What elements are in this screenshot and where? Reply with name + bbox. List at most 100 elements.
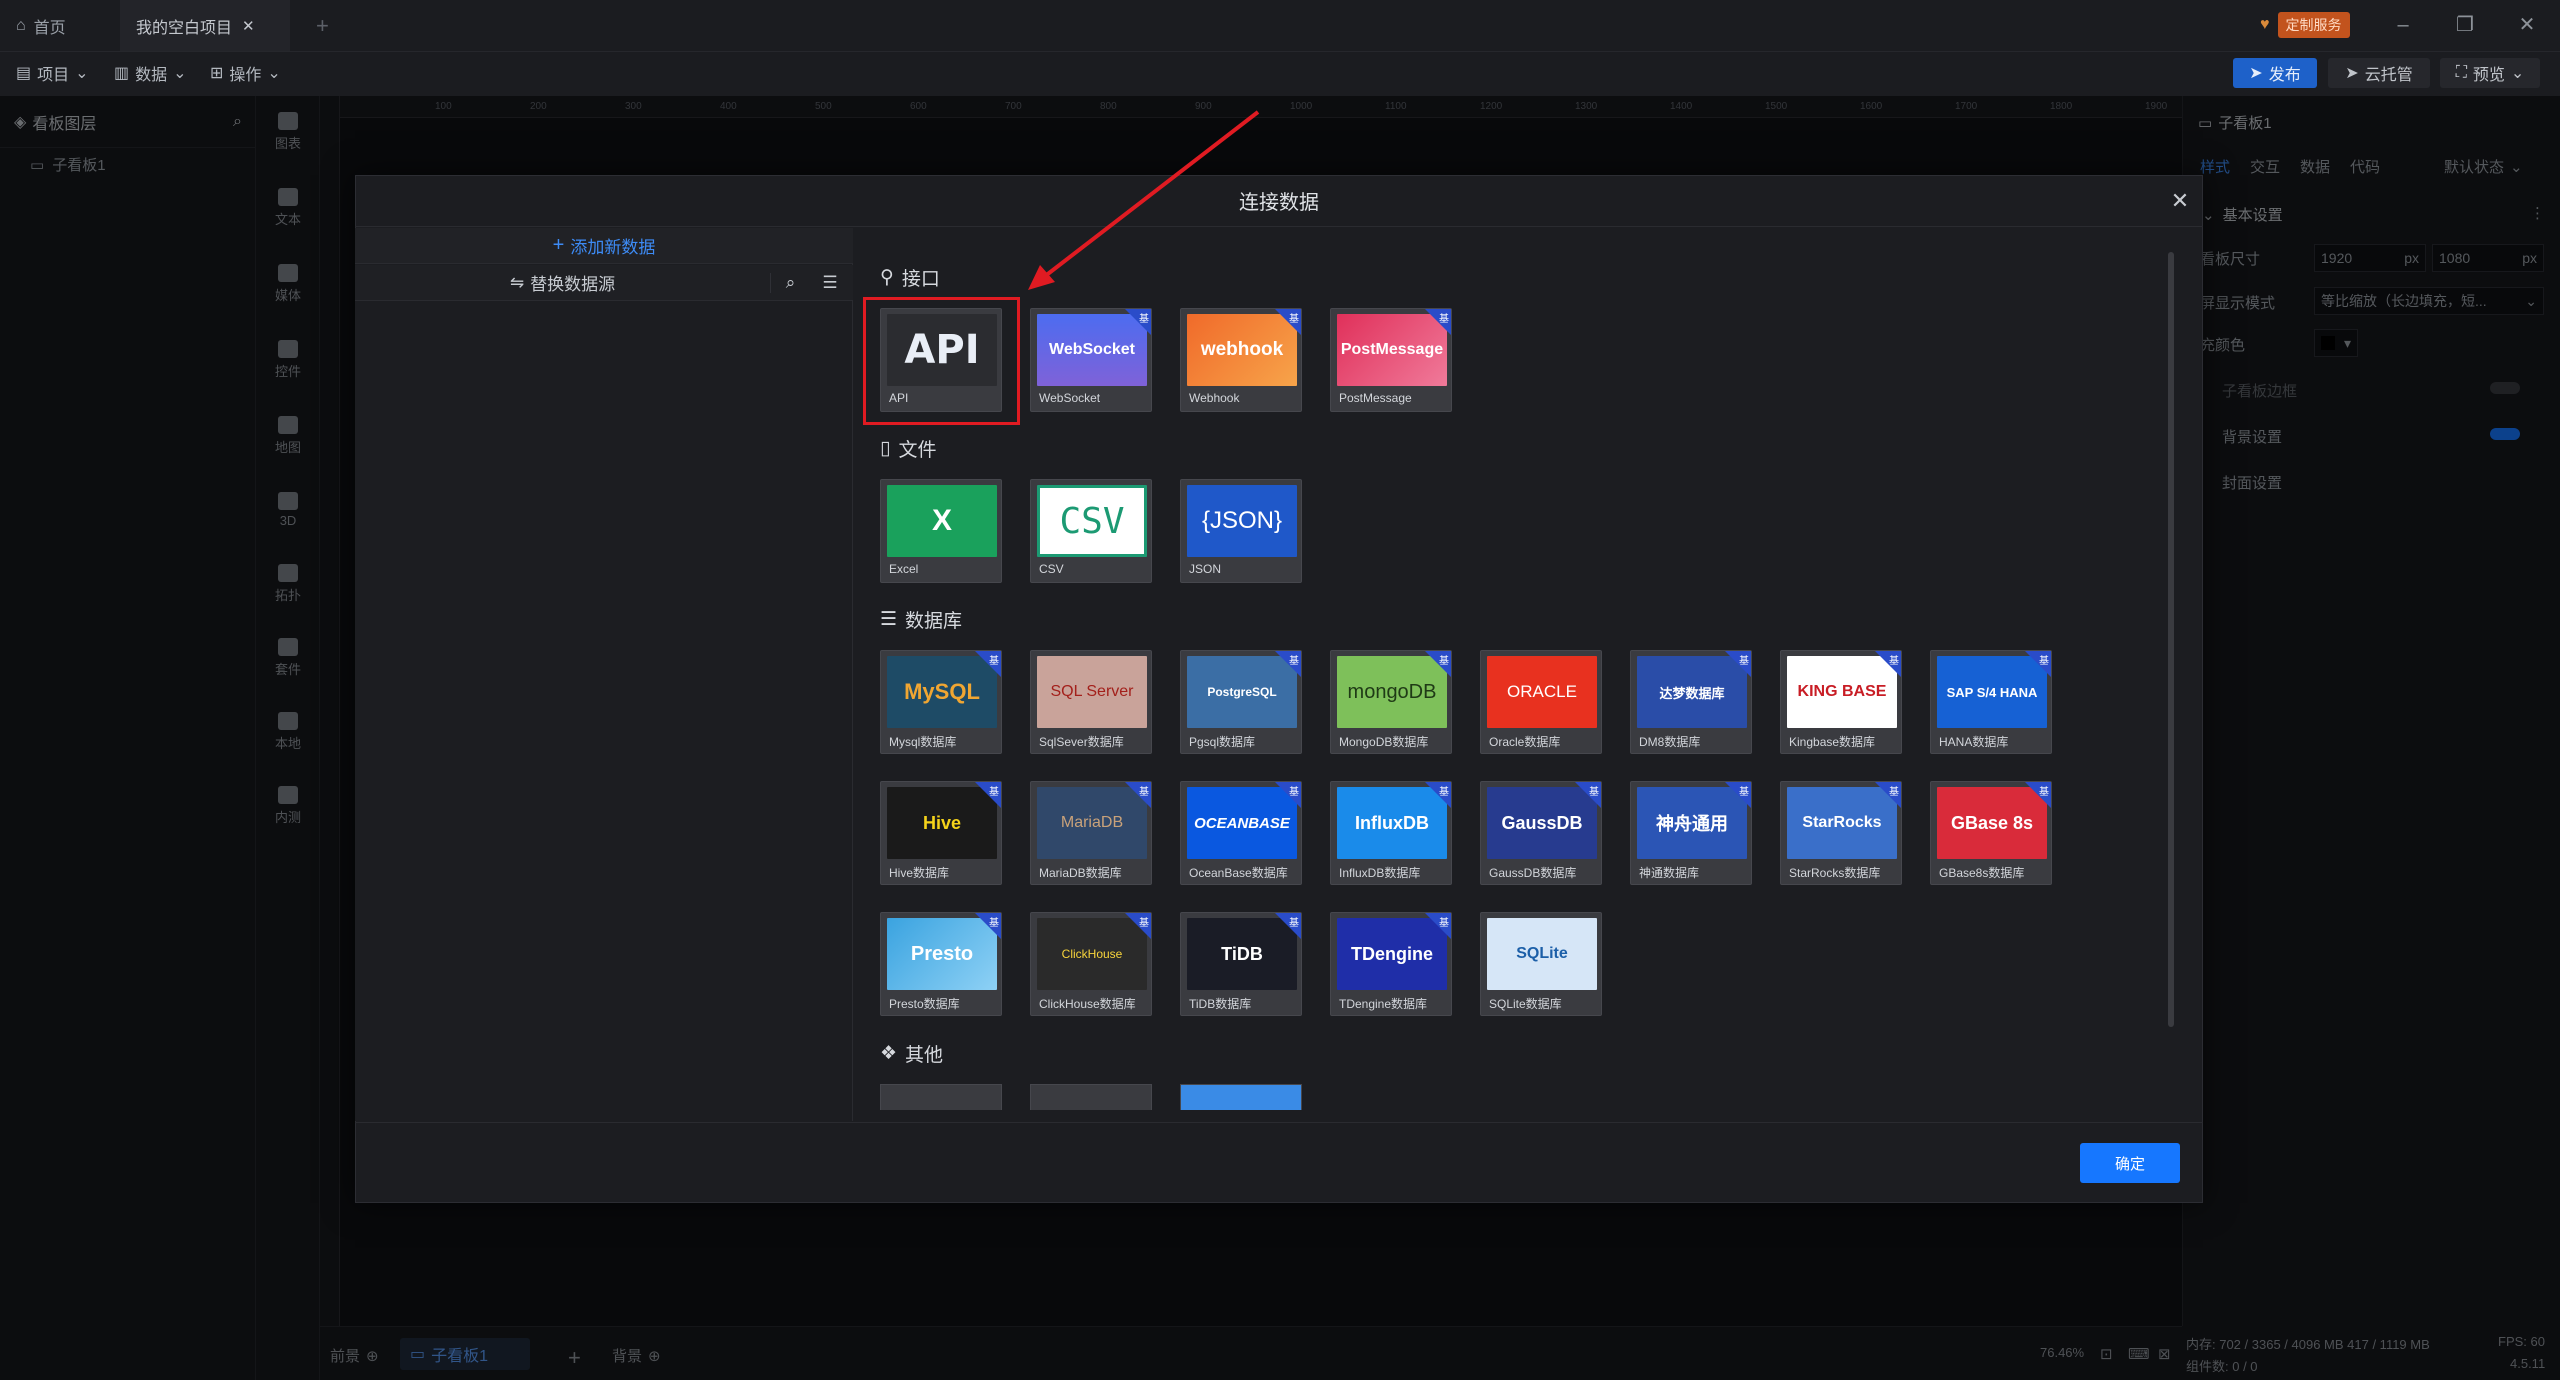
card-other-2[interactable] [1030,1084,1152,1110]
switch-source-label: 替换数据源 [530,275,616,294]
card-label: WebSocket [1039,391,1101,405]
card-other-3[interactable] [1180,1084,1302,1110]
minimize-icon[interactable]: – [2388,10,2418,40]
switch-source-button[interactable]: ⇋ 替换数据源 [355,270,770,295]
send-icon: ➤ [2249,65,2263,82]
dialog-footer [355,1122,2203,1203]
card-sqlserver[interactable]: SQL Server SqlSever数据库 [1030,650,1152,754]
card-label: JSON [1189,562,1222,576]
menu-operation[interactable]: ⊞ 操作 ⌄ [210,60,281,86]
cloud-label: 云托管 [2364,67,2413,84]
card-label: ClickHouse数据库 [1039,997,1136,1011]
card-label: OceanBase数据库 [1189,866,1288,880]
card-json[interactable]: {JSON} JSON [1180,479,1302,583]
card-kingbase[interactable]: KING BASE 基 Kingbase数据库 [1780,650,1902,754]
card-starrocks[interactable]: StarRocks 基 StarRocks数据库 [1780,781,1902,885]
chevron-down-icon: ⌄ [75,65,89,82]
badge-text: 基 [1439,314,1449,325]
card-postmessage[interactable]: PostMessage 基 PostMessage [1330,308,1452,412]
card-pgsql[interactable]: PostgreSQL 基 Pgsql数据库 [1180,650,1302,754]
card-gbase8s[interactable]: GBase 8s 基 GBase8s数据库 [1930,781,2052,885]
publish-label: 发布 [2268,67,2301,84]
card-gaussdb[interactable]: GaussDB 基 GaussDB数据库 [1480,781,1602,885]
scrollbar[interactable] [2168,252,2174,1027]
badge-text: 基 [1289,787,1299,798]
badge-text: 基 [1289,656,1299,667]
card-excel[interactable]: X Excel [880,479,1002,583]
badge-text: 基 [2039,656,2049,667]
new-tab-button[interactable]: + [300,0,340,51]
tab-project-label: 我的空白项目 [136,19,233,37]
section-db-label: 数据库 [905,611,963,632]
preview-button[interactable]: ⛶ 预览 ⌄ [2440,58,2540,88]
menu-project-label: 项目 [37,67,70,84]
publish-button[interactable]: ➤ 发布 [2233,58,2317,88]
card-hive[interactable]: Hive 基 Hive数据库 [880,781,1002,885]
sqlserver-logo: SQL Server [1037,656,1147,728]
badge-text: 基 [1739,656,1749,667]
card-hana[interactable]: SAP S/4 HANA 基 HANA数据库 [1930,650,2052,754]
section-other: ❖ 其他 [880,1040,943,1067]
database-icon: ▥ [114,65,130,82]
close-window-icon[interactable]: ✕ [2512,10,2542,40]
card-tdengine[interactable]: TDengine 基 TDengine数据库 [1330,912,1452,1016]
card-mongodb[interactable]: mongoDB 基 MongoDB数据库 [1330,650,1452,754]
badge-text: 基 [1739,787,1749,798]
preview-label: 预览 [2472,67,2505,84]
card-mysql[interactable]: MySQL 基 Mysql数据库 [880,650,1002,754]
tab-project[interactable]: 我的空白项目 ✕ [120,0,290,51]
card-label: Pgsql数据库 [1189,735,1256,749]
card-label: CSV [1039,562,1064,576]
card-label: SqlSever数据库 [1039,735,1124,749]
card-tidb[interactable]: TiDB 基 TiDB数据库 [1180,912,1302,1016]
menu-operation-label: 操作 [229,67,262,84]
add-data-button[interactable]: + 添加新数据 [355,228,853,264]
add-data-label: 添加新数据 [570,238,656,257]
card-label: Mysql数据库 [889,735,957,749]
card-label: Presto数据库 [889,997,960,1011]
custom-service[interactable]: ♥ 定制服务 [2260,12,2350,38]
card-label: Hive数据库 [889,866,950,880]
card-label: StarRocks数据库 [1789,866,1881,880]
card-other-1[interactable] [880,1084,1002,1110]
card-shentong[interactable]: 神舟通用基神通数据库 [1630,781,1752,885]
card-mariadb[interactable]: MariaDB 基 MariaDB数据库 [1030,781,1152,885]
card-presto[interactable]: Presto 基 Presto数据库 [880,912,1002,1016]
card-label: DM8数据库 [1639,735,1701,749]
section-database: ☰ 数据库 [880,606,962,633]
card-csv[interactable]: CSV CSV [1030,479,1152,583]
card-influxdb[interactable]: InfluxDB 基 InfluxDB数据库 [1330,781,1452,885]
section-other-label: 其他 [905,1045,944,1066]
cloud-button[interactable]: ➤ 云托管 [2328,58,2430,88]
menu-data[interactable]: ▥ 数据 ⌄ [114,60,187,86]
title-bar [0,0,2560,51]
section-api-label: 接口 [901,269,940,290]
badge-text: 基 [1139,918,1149,929]
card-sqlite[interactable]: SQLite SQLite数据库 [1480,912,1602,1016]
shapes-icon: ❖ [880,1043,898,1064]
swap-icon: ⇋ [509,272,525,292]
card-clickhouse[interactable]: ClickHouse 基 ClickHouse数据库 [1030,912,1152,1016]
csv-logo: CSV [1037,485,1147,557]
close-tab-icon[interactable]: ✕ [242,17,255,35]
tab-home[interactable]: ⌂ 首页 [0,0,110,51]
confirm-button[interactable]: 确定 [2080,1143,2180,1183]
card-label: Kingbase数据库 [1789,735,1876,749]
card-dm8[interactable]: 达梦数据库基 DM8数据库 [1630,650,1752,754]
badge-text: 基 [1439,656,1449,667]
badge-text: 基 [1289,918,1299,929]
annotation-arrow [1028,110,1260,290]
filter-icon[interactable]: ☰ [810,273,850,293]
restore-icon[interactable]: ❐ [2450,10,2480,40]
send-icon: ➤ [2345,65,2359,82]
menu-project[interactable]: ▤ 项目 ⌄ [16,60,89,86]
card-oracle[interactable]: ORACLE Oracle数据库 [1480,650,1602,754]
chevron-down-icon: ⌄ [2510,65,2525,82]
close-icon[interactable]: ✕ [2165,186,2195,216]
plus-icon: + [552,234,565,256]
card-oceanbase[interactable]: OCEANBASE 基 OceanBase数据库 [1180,781,1302,885]
search-icon[interactable]: ⌕ [770,272,810,293]
card-label: PostMessage [1339,391,1412,405]
badge-text: 基 [1589,787,1599,798]
card-label: Oracle数据库 [1489,735,1561,749]
